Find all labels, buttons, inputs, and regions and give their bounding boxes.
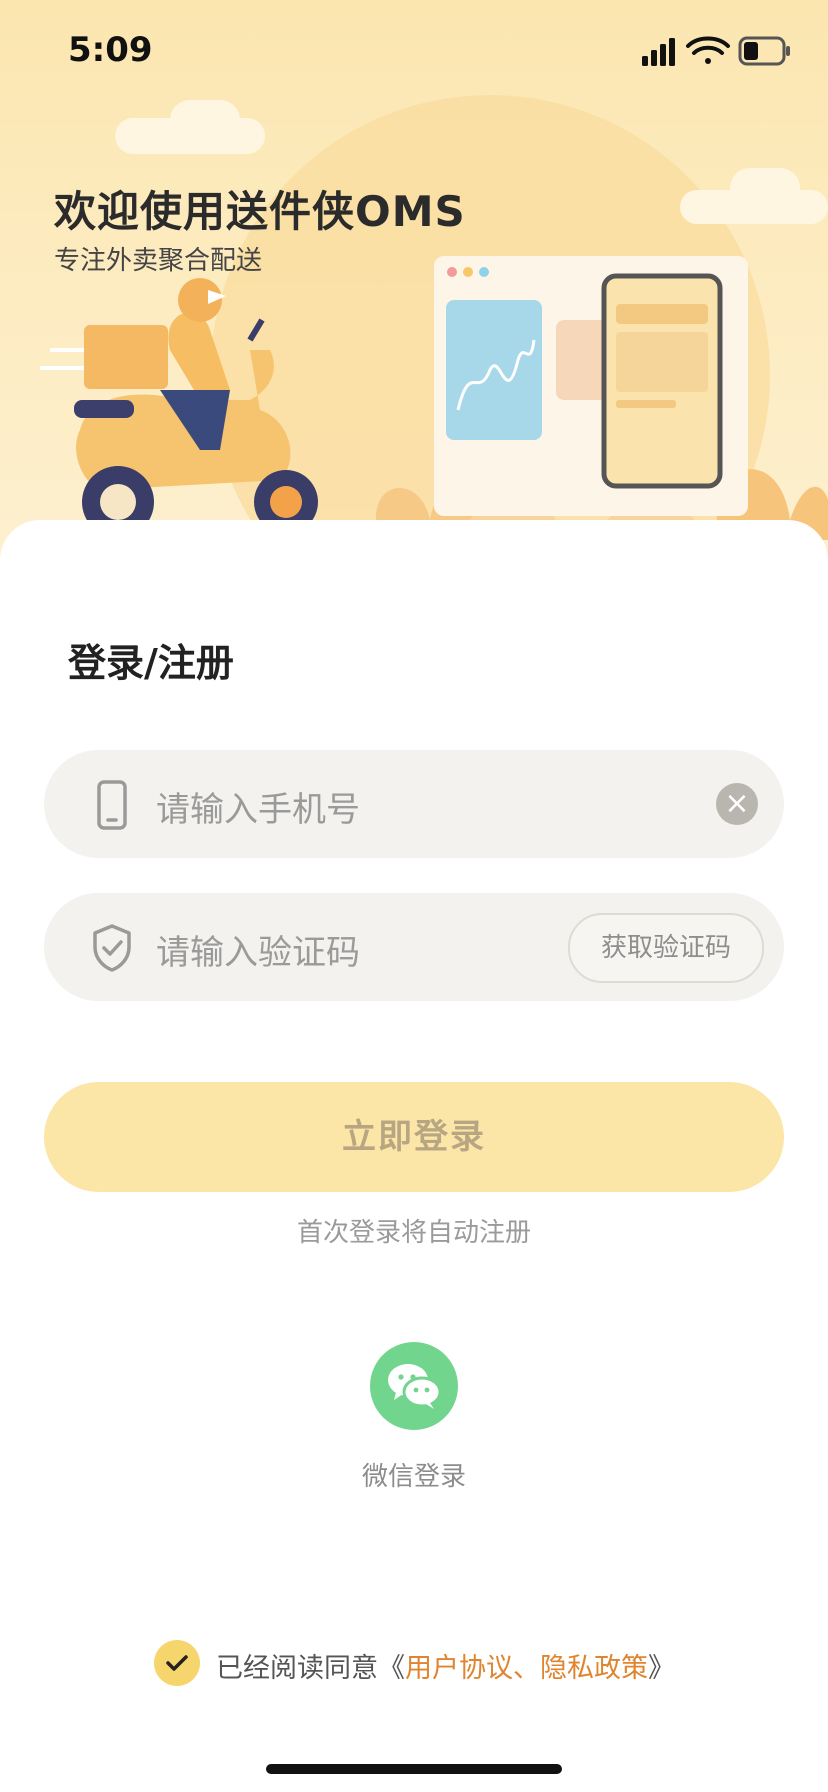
login-section-title: 登录/注册 <box>68 641 234 685</box>
code-input[interactable]: 请输入验证码 获取验证码 <box>44 893 784 1001</box>
status-time: 5:09 <box>68 30 153 70</box>
agreement-prefix: 已经阅读同意《 <box>216 1653 405 1684</box>
battery-icon <box>738 36 790 66</box>
signal-icon <box>642 38 675 66</box>
checkmark-icon <box>166 1655 188 1671</box>
welcome-subtitle: 专注外卖聚合配送 <box>54 246 263 276</box>
cloud-shape <box>170 100 240 140</box>
agreement-suffix: 》 <box>648 1653 675 1684</box>
wechat-icon <box>388 1364 442 1409</box>
code-placeholder: 请输入验证码 <box>156 933 360 973</box>
status-bar: 5:09 <box>0 0 828 96</box>
mobile-phone-icon <box>97 780 127 830</box>
clear-icon[interactable]: × <box>716 783 758 825</box>
get-code-button[interactable]: 获取验证码 <box>568 913 764 983</box>
wifi-icon <box>686 36 730 64</box>
auto-register-hint: 首次登录将自动注册 <box>296 1218 531 1248</box>
status-icons <box>642 36 790 66</box>
home-indicator <box>266 1764 562 1774</box>
agreement-links[interactable]: 用户协议、隐私政策 <box>405 1653 648 1684</box>
wechat-login-label: 微信登录 <box>361 1462 466 1492</box>
delivery-illustration <box>40 256 828 554</box>
agreement-row: 已经阅读同意《用户协议、隐私政策》 <box>154 1640 714 1690</box>
agreement-checkbox[interactable] <box>154 1640 200 1686</box>
cloud-shape <box>730 168 800 208</box>
login-button[interactable]: 立即登录 <box>44 1082 784 1192</box>
phone-input[interactable]: 请输入手机号 × <box>44 750 784 858</box>
agreement-text: 已经阅读同意《用户协议、隐私政策》 <box>216 1646 675 1685</box>
shield-check-icon <box>93 924 131 972</box>
welcome-title: 欢迎使用送件侠OMS <box>54 187 466 236</box>
wechat-login-button[interactable] <box>370 1342 458 1430</box>
phone-placeholder: 请输入手机号 <box>156 790 360 830</box>
